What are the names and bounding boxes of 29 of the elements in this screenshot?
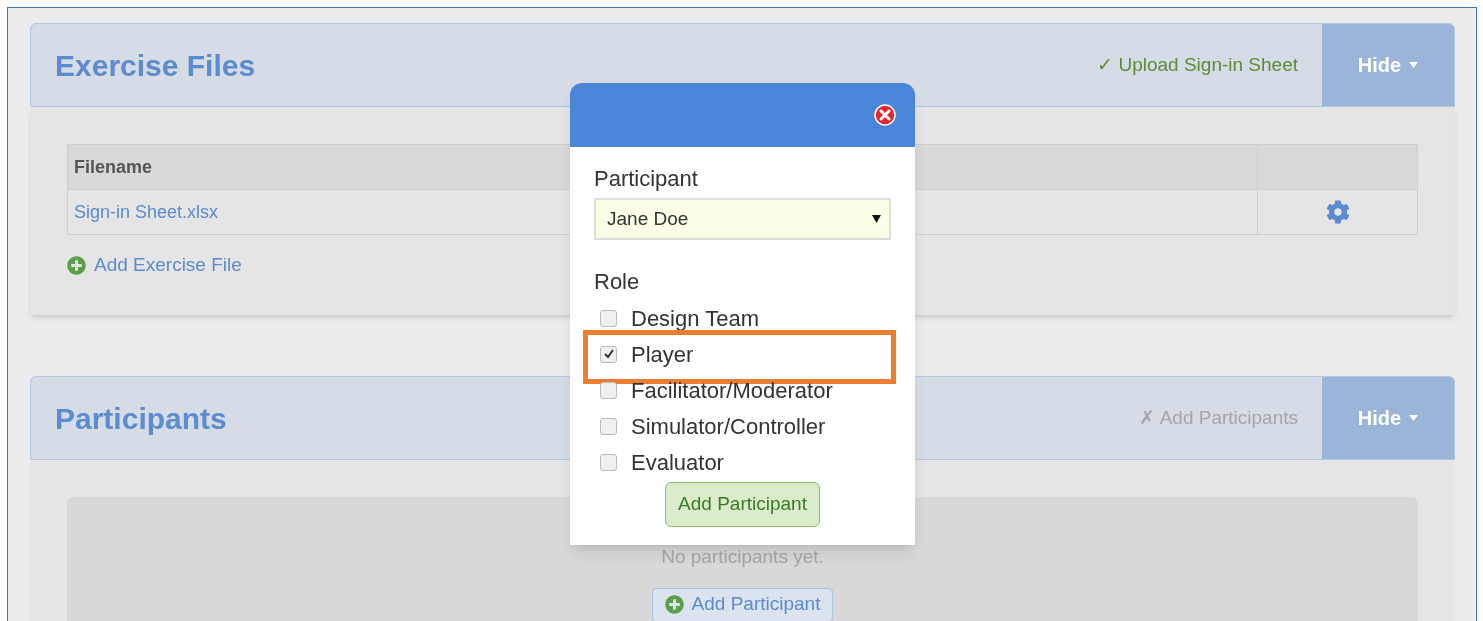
file-link[interactable]: Sign-in Sheet.xlsx <box>74 201 219 222</box>
checkbox[interactable] <box>600 345 617 363</box>
add-participant-button[interactable]: Add Participant <box>665 482 820 527</box>
add-icon <box>67 255 86 275</box>
section-action[interactable]: ✗ Add Participants <box>1139 377 1322 459</box>
caret-icon <box>1409 415 1419 421</box>
section-action[interactable]: ✓ Upload Sign-in Sheet <box>1097 24 1322 106</box>
role-label: Player <box>631 340 694 369</box>
field-label: Role <box>594 268 641 296</box>
hide-button[interactable]: Hide <box>1322 377 1454 459</box>
checkbox[interactable] <box>600 309 617 327</box>
hide-button[interactable]: Hide <box>1322 24 1454 106</box>
checkbox[interactable] <box>600 417 617 435</box>
section-title: Participants <box>55 400 227 437</box>
role-label: Simulator/Controller <box>631 412 826 441</box>
field-label: Participant <box>594 165 699 193</box>
role-label: Facilitator/Moderator <box>631 376 833 405</box>
role-label: Evaluator <box>631 448 724 477</box>
add-file-link[interactable]: Add Exercise File <box>94 251 242 280</box>
close-icon[interactable] <box>874 104 896 126</box>
dropdown-caret-icon <box>872 215 881 223</box>
section-title: Exercise Files <box>55 47 256 84</box>
participant-select[interactable]: Jane Doe <box>594 198 891 240</box>
add-participant-button[interactable]: Add Participant <box>651 587 834 621</box>
settings-icon[interactable] <box>1325 200 1350 225</box>
caret-icon <box>1409 62 1419 68</box>
add-icon <box>664 595 684 614</box>
role-label: Design Team <box>631 304 759 333</box>
checkbox[interactable] <box>600 453 617 471</box>
